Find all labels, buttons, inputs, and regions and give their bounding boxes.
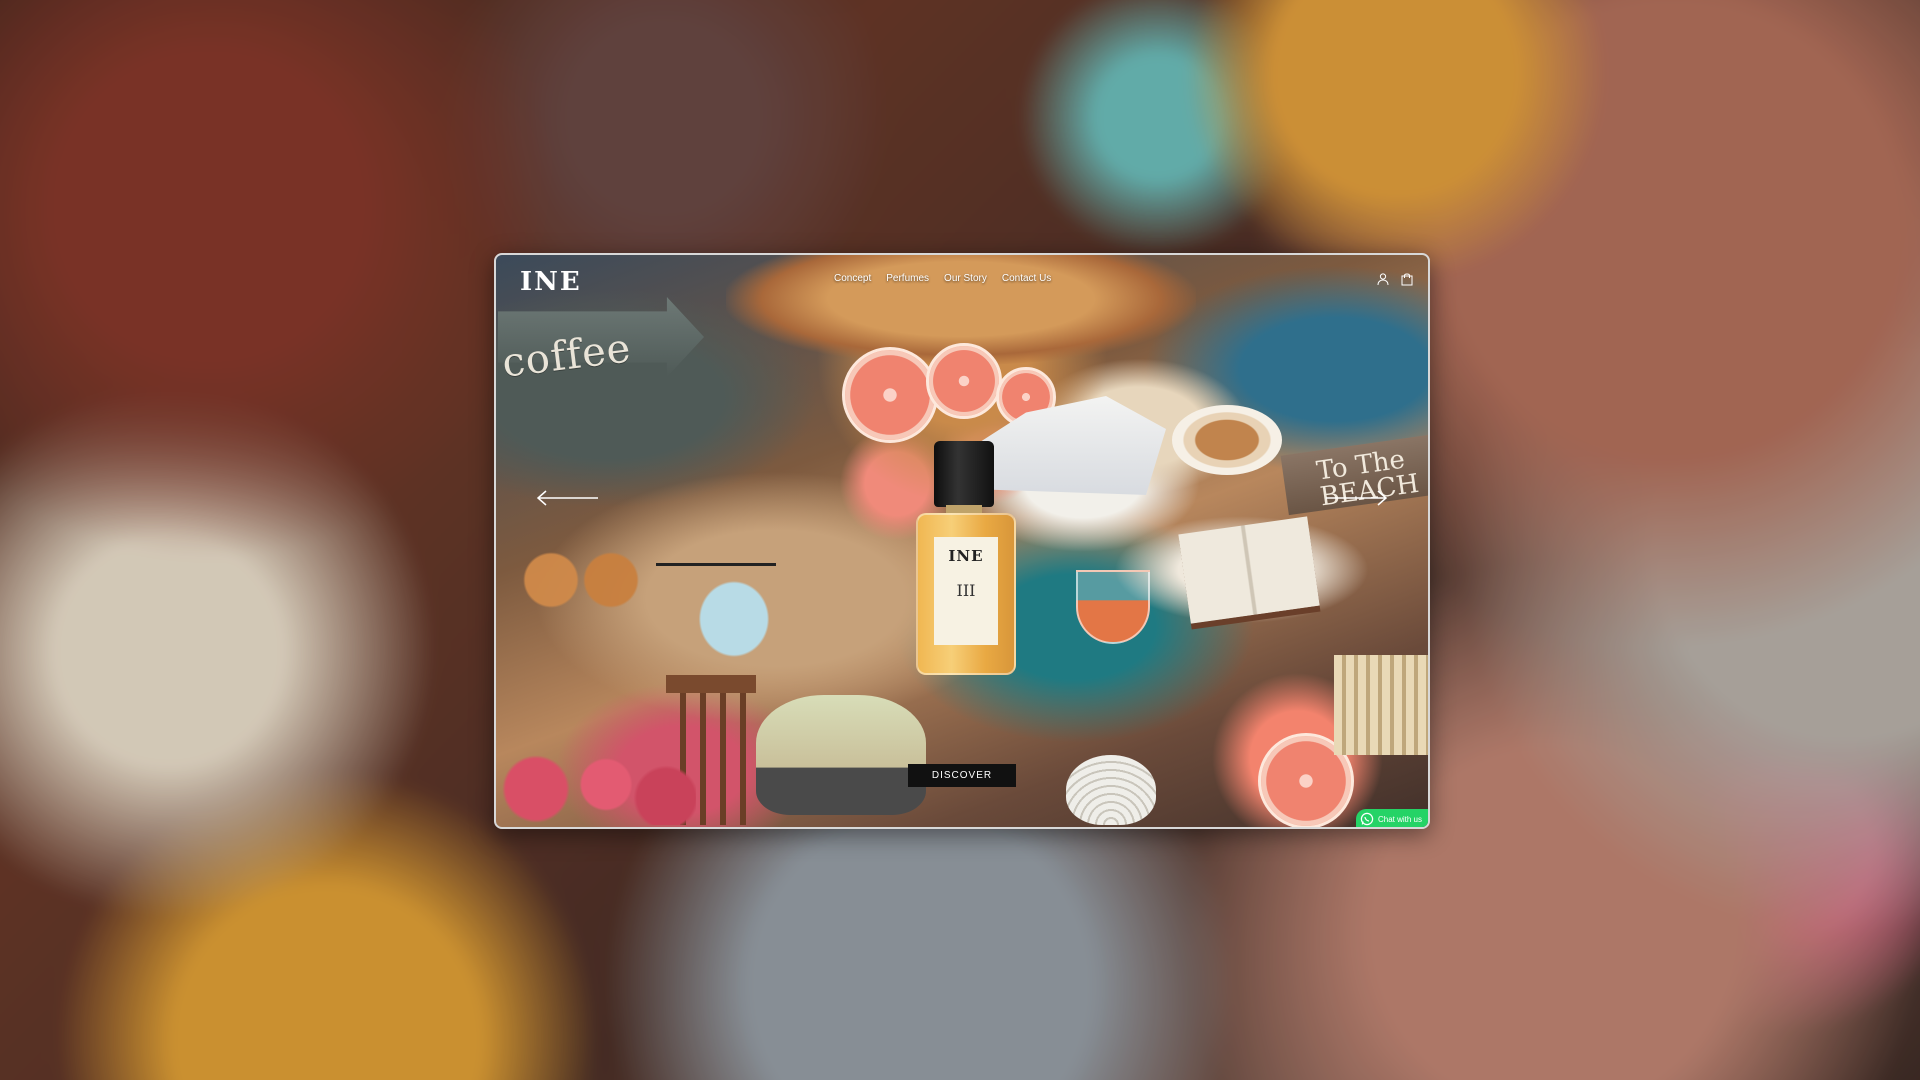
user-icon[interactable] — [1376, 272, 1390, 286]
discover-button[interactable]: DISCOVER — [908, 764, 1016, 787]
bottle-body: INE III — [916, 513, 1016, 675]
brand-logo[interactable]: INE — [520, 267, 582, 297]
latte-cup-image — [1172, 405, 1282, 475]
bottle-label-logo: INE — [948, 547, 984, 565]
open-book-image — [1178, 516, 1320, 624]
shopping-bag-icon[interactable] — [1400, 272, 1414, 286]
chat-label: Chat with us — [1377, 814, 1422, 824]
dancing-couple-image — [656, 535, 776, 675]
bottle-label: INE III — [934, 537, 998, 645]
perfume-bottle: INE III — [916, 441, 1016, 675]
grapefruit-slice — [926, 343, 1002, 419]
whatsapp-chat-button[interactable]: Chat with us — [1355, 809, 1428, 827]
bottle-cap — [934, 441, 994, 507]
nav-concept[interactable]: Concept — [834, 273, 871, 284]
bottle-label-number: III — [956, 581, 976, 600]
hero-window: coffee To The BEACH INE III INE Concept … — [494, 253, 1430, 829]
seashell-image — [1066, 755, 1156, 825]
arrow-left-icon[interactable] — [536, 489, 600, 507]
main-nav: Concept Perfumes Our Story Contact Us — [834, 273, 1051, 284]
whisky-glasses-image — [506, 530, 656, 630]
whatsapp-icon — [1360, 812, 1374, 826]
arrow-right-icon[interactable] — [1324, 489, 1388, 507]
pink-flowers-image — [496, 735, 696, 825]
nav-perfumes[interactable]: Perfumes — [886, 273, 929, 284]
temple-columns-image — [1334, 655, 1428, 755]
wine-glass-image — [1076, 570, 1150, 644]
brand-logo-text: INE — [520, 267, 582, 297]
header-icons — [1376, 272, 1414, 286]
vespa-scooter-image — [756, 695, 926, 815]
nav-contact-us[interactable]: Contact Us — [1002, 273, 1051, 284]
nav-our-story[interactable]: Our Story — [944, 273, 987, 284]
grapefruit-slice — [842, 347, 938, 443]
